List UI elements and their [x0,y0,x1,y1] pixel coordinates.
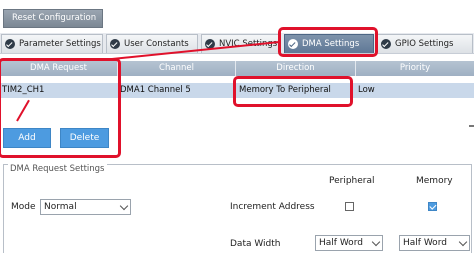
peripheral-increment-checkbox[interactable] [345,202,354,211]
mode-select[interactable]: Normal [40,199,131,215]
settings-legend: DMA Request Settings [8,164,107,174]
memory-data-width-select[interactable]: Half Word [399,235,470,251]
tab-parameter-settings[interactable]: Parameter Settings [1,34,103,53]
increment-address-label: Increment Address [230,202,315,212]
chevron-down-icon [371,237,381,247]
delete-button[interactable]: Delete [60,128,109,148]
check-circle-icon [5,39,15,49]
peripheral-data-width-select[interactable]: Half Word [315,235,383,251]
data-width-label: Data Width [230,239,281,249]
tab-label: DMA Settings [302,39,360,49]
tab-gpio-settings[interactable]: GPIO Settings [377,34,473,53]
column-header-channel[interactable]: Channel [118,61,236,76]
memory-column-label: Memory [416,176,453,186]
tab-label: GPIO Settings [395,39,454,49]
tab-dma-settings[interactable]: DMA Settings [284,34,374,53]
mode-label: Mode [11,202,36,212]
reset-configuration-button[interactable]: Reset Configuration [3,9,103,28]
table-row[interactable]: TIM2_CH1 DMA1 Channel 5 Memory To Periph… [0,83,474,98]
chevron-down-icon [458,237,468,247]
cell-direction[interactable]: Memory To Peripheral [239,83,355,98]
cell-request: TIM2_CH1 [2,85,45,95]
memory-data-width-value: Half Word [403,238,447,248]
cell-channel: DMA1 Channel 5 [120,85,191,95]
column-header-direction[interactable]: Direction [236,61,356,76]
scroll-indicator[interactable] [469,125,474,127]
dma-request-table: DMA Request Channel Direction Priority T… [0,61,474,115]
table-header: DMA Request Channel Direction Priority [0,61,474,76]
mode-select-value: Normal [44,202,77,212]
check-circle-icon [110,39,120,49]
add-button[interactable]: Add [3,128,51,148]
tab-label: User Constants [124,39,189,49]
peripheral-data-width-value: Half Word [319,238,363,248]
dma-request-settings: DMA Request Settings Peripheral Memory M… [0,157,474,253]
check-circle-icon [288,39,298,49]
column-header-dma-request[interactable]: DMA Request [0,61,118,76]
settings-tabs: Parameter Settings User Constants NVIC S… [0,33,474,54]
cell-priority[interactable]: Low [358,83,472,98]
memory-increment-checkbox[interactable] [428,202,437,211]
column-header-priority[interactable]: Priority [356,61,474,76]
toolbar: Reset Configuration [0,0,474,30]
tab-label: Parameter Settings [19,39,101,49]
peripheral-column-label: Peripheral [329,176,375,186]
check-circle-icon [381,39,391,49]
chevron-down-icon [119,201,129,211]
